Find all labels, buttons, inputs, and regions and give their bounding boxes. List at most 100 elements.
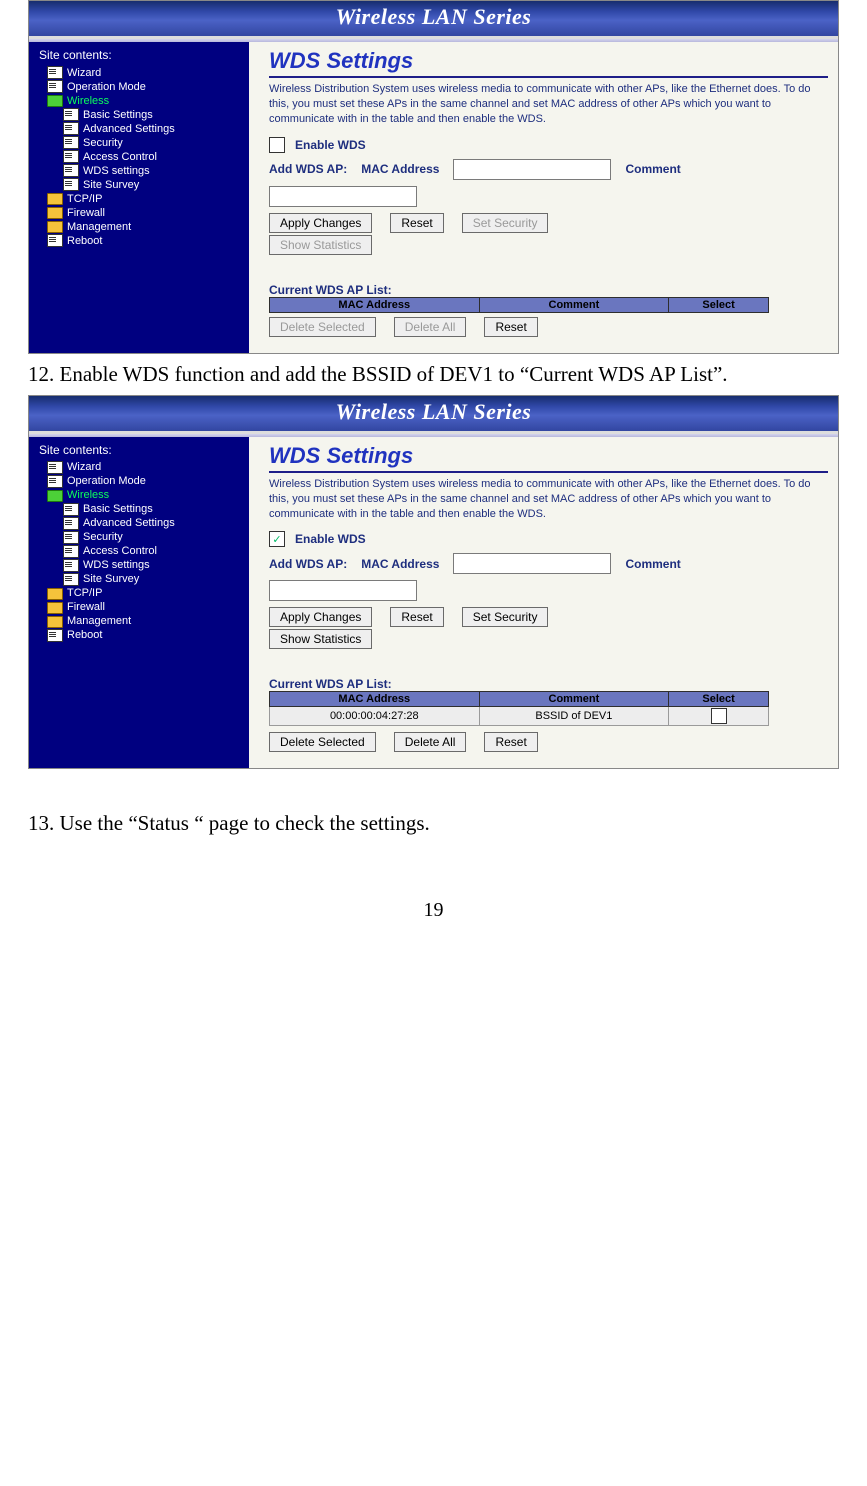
delete-selected-button[interactable]: Delete Selected — [269, 317, 376, 337]
sidebar-item-label: Reboot — [67, 235, 102, 247]
page-icon — [63, 178, 79, 191]
comment-label: Comment — [625, 557, 680, 571]
set-security-button[interactable]: Set Security — [462, 213, 549, 233]
apply-button[interactable]: Apply Changes — [269, 607, 372, 627]
sidebar-item-tcp-ip[interactable]: TCP/IP — [33, 587, 245, 601]
heading-rule — [269, 76, 828, 78]
page-icon — [63, 136, 79, 149]
sidebar-item-label: Wireless — [67, 489, 109, 501]
sidebar-item-reboot[interactable]: Reboot — [33, 234, 245, 248]
ap-list-table: MAC Address Comment Select 00:00:00:04:2… — [269, 691, 769, 726]
sidebar-item-basic-settings[interactable]: Basic Settings — [33, 503, 245, 517]
sidebar-item-management[interactable]: Management — [33, 615, 245, 629]
reset-list-button[interactable]: Reset — [484, 732, 537, 752]
sidebar-item-wizard[interactable]: Wizard — [33, 461, 245, 475]
sidebar-item-tcp-ip[interactable]: TCP/IP — [33, 192, 245, 206]
reset-button[interactable]: Reset — [390, 607, 443, 627]
sidebar-item-firewall[interactable]: Firewall — [33, 601, 245, 615]
sidebar-item-label: WDS settings — [83, 559, 150, 571]
row-select-checkbox[interactable] — [711, 708, 727, 724]
sidebar-item-basic-settings[interactable]: Basic Settings — [33, 108, 245, 122]
sidebar-item-wds-settings[interactable]: WDS settings — [33, 559, 245, 573]
sidebar-item-advanced-settings[interactable]: Advanced Settings — [33, 122, 245, 136]
sidebar-item-access-control[interactable]: Access Control — [33, 150, 245, 164]
enable-wds-label: Enable WDS — [295, 138, 366, 152]
page-icon — [63, 150, 79, 163]
th-select: Select — [669, 297, 769, 312]
sidebar-item-security[interactable]: Security — [33, 531, 245, 545]
sidebar-item-label: Management — [67, 221, 131, 233]
sidebar-item-wds-settings[interactable]: WDS settings — [33, 164, 245, 178]
sidebar-item-security[interactable]: Security — [33, 136, 245, 150]
sidebar-item-firewall[interactable]: Firewall — [33, 206, 245, 220]
sidebar-item-label: Wizard — [67, 67, 101, 79]
page-icon — [47, 461, 63, 474]
sidebar-item-access-control[interactable]: Access Control — [33, 545, 245, 559]
add-wds-label: Add WDS AP: — [269, 162, 347, 176]
enable-wds-checkbox[interactable]: ✓ — [269, 531, 285, 547]
folder-open-icon — [47, 490, 63, 502]
sidebar-title: Site contents: — [39, 48, 245, 62]
set-security-button[interactable]: Set Security — [462, 607, 549, 627]
enable-wds-checkbox[interactable] — [269, 137, 285, 153]
step-12-text: 12. Enable WDS function and add the BSSI… — [28, 360, 839, 389]
reset-button[interactable]: Reset — [390, 213, 443, 233]
page-description: Wireless Distribution System uses wirele… — [269, 477, 818, 522]
page-description: Wireless Distribution System uses wirele… — [269, 82, 818, 127]
app-banner: Wireless LAN Series — [29, 396, 838, 434]
show-stats-button[interactable]: Show Statistics — [269, 629, 372, 649]
delete-all-button[interactable]: Delete All — [394, 732, 467, 752]
cell-comment: BSSID of DEV1 — [479, 707, 669, 726]
folder-icon — [47, 602, 63, 614]
show-stats-button[interactable]: Show Statistics — [269, 235, 372, 255]
folder-icon — [47, 588, 63, 600]
sidebar-item-operation-mode[interactable]: Operation Mode — [33, 80, 245, 94]
sidebar-item-label: Wireless — [67, 95, 109, 107]
page-icon — [63, 122, 79, 135]
mac-input[interactable] — [453, 159, 611, 180]
sidebar-item-label: WDS settings — [83, 165, 150, 177]
page-icon — [63, 559, 79, 572]
sidebar-item-label: Access Control — [83, 151, 157, 163]
sidebar: Site contents: WizardOperation ModeWirel… — [29, 437, 249, 769]
sidebar-item-label: Access Control — [83, 545, 157, 557]
delete-all-button[interactable]: Delete All — [394, 317, 467, 337]
step-13-text: 13. Use the “Status “ page to check the … — [28, 809, 839, 838]
heading-rule — [269, 471, 828, 473]
sidebar-item-reboot[interactable]: Reboot — [33, 629, 245, 643]
mac-input[interactable] — [453, 553, 611, 574]
apply-button[interactable]: Apply Changes — [269, 213, 372, 233]
sidebar-item-label: Operation Mode — [67, 81, 146, 93]
sidebar-item-label: Site Survey — [83, 179, 139, 191]
sidebar-item-advanced-settings[interactable]: Advanced Settings — [33, 517, 245, 531]
delete-selected-button[interactable]: Delete Selected — [269, 732, 376, 752]
sidebar-item-wireless[interactable]: Wireless — [33, 94, 245, 108]
th-select: Select — [669, 692, 769, 707]
comment-input[interactable] — [269, 580, 417, 601]
folder-icon — [47, 616, 63, 628]
ap-list-label: Current WDS AP List: — [269, 677, 828, 691]
th-comment: Comment — [479, 692, 669, 707]
sidebar-item-wizard[interactable]: Wizard — [33, 66, 245, 80]
page-icon — [63, 517, 79, 530]
sidebar-item-site-survey[interactable]: Site Survey — [33, 178, 245, 192]
screenshot-2: Wireless LAN Series Site contents: Wizar… — [28, 395, 839, 770]
sidebar-item-label: Advanced Settings — [83, 517, 175, 529]
folder-icon — [47, 221, 63, 233]
sidebar-item-wireless[interactable]: Wireless — [33, 489, 245, 503]
page-heading: WDS Settings — [269, 443, 828, 469]
sidebar-item-label: TCP/IP — [67, 193, 102, 205]
ap-list-label: Current WDS AP List: — [269, 283, 828, 297]
folder-icon — [47, 207, 63, 219]
sidebar-item-site-survey[interactable]: Site Survey — [33, 573, 245, 587]
sidebar-item-management[interactable]: Management — [33, 220, 245, 234]
sidebar-item-label: Firewall — [67, 601, 105, 613]
comment-input[interactable] — [269, 186, 417, 207]
page-icon — [63, 545, 79, 558]
sidebar-item-label: Operation Mode — [67, 475, 146, 487]
sidebar-item-label: Management — [67, 615, 131, 627]
reset-list-button[interactable]: Reset — [484, 317, 537, 337]
page-icon — [47, 66, 63, 79]
sidebar-item-operation-mode[interactable]: Operation Mode — [33, 475, 245, 489]
sidebar-item-label: Security — [83, 531, 123, 543]
